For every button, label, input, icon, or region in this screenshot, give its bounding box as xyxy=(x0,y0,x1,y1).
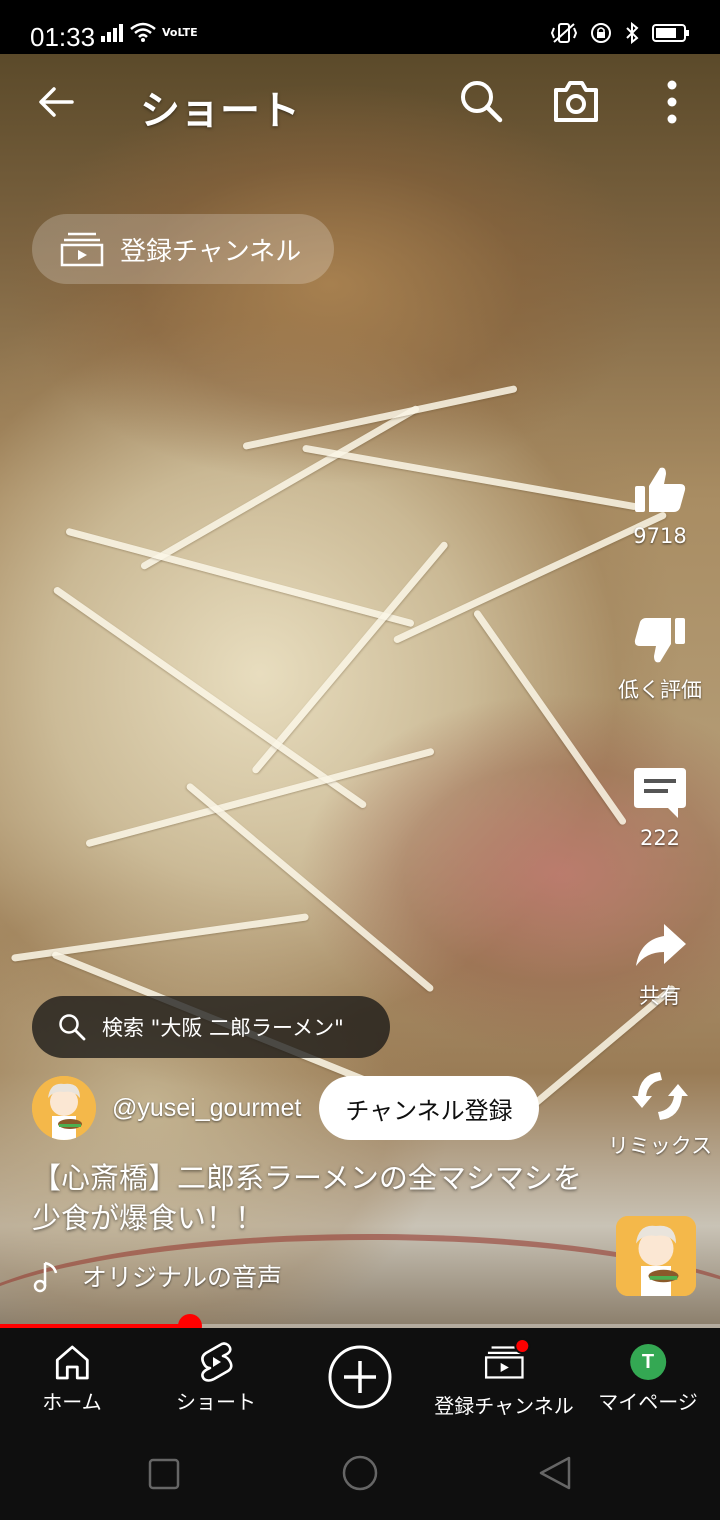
status-left-icons: VoLTE xyxy=(100,22,198,42)
thumbs-down-icon xyxy=(634,618,685,663)
subscriptions-feed-button[interactable]: 登録チャンネル xyxy=(32,214,334,284)
bean-sprout xyxy=(301,444,639,511)
share-button[interactable]: 共有 xyxy=(600,918,720,1010)
notification-dot xyxy=(514,1338,530,1354)
nav-label-shorts: ショート xyxy=(176,1390,256,1414)
nav-label-you: マイページ xyxy=(598,1390,698,1414)
vibrate-icon xyxy=(550,23,578,43)
nav-item-subscriptions[interactable]: 登録チャンネル xyxy=(434,1338,574,1419)
more-options-icon[interactable] xyxy=(660,78,684,126)
home-icon xyxy=(55,1345,89,1380)
comments-button[interactable]: 222 xyxy=(600,764,720,850)
share-label: 共有 xyxy=(639,984,681,1008)
system-navigation-bar xyxy=(0,1428,720,1520)
avatar-illustration xyxy=(32,1076,96,1140)
lock-rotation-icon xyxy=(591,23,611,43)
status-time: 01:33 xyxy=(30,22,96,52)
remix-button[interactable]: リミックス xyxy=(600,1068,720,1160)
status-right-icons xyxy=(550,22,690,44)
bean-sprout xyxy=(139,404,421,571)
channel-avatar[interactable] xyxy=(32,1076,96,1140)
thumbs-up-icon xyxy=(635,467,686,512)
audio-thumbnail[interactable] xyxy=(616,1216,696,1296)
nav-item-you[interactable]: T マイページ xyxy=(598,1342,698,1415)
signal-icon xyxy=(101,24,123,42)
bean-sprout xyxy=(250,540,450,775)
nav-label-home: ホーム xyxy=(42,1390,102,1414)
bean-sprout xyxy=(65,527,415,628)
dislike-label: 低く評価 xyxy=(618,678,702,702)
home-circle-icon[interactable] xyxy=(341,1454,379,1492)
status-bar: 01:33 VoLTE xyxy=(0,0,720,54)
battery-icon xyxy=(652,24,689,42)
bean-sprout xyxy=(185,781,435,994)
page-title: ショート xyxy=(140,88,300,134)
avatar: T xyxy=(629,1344,666,1380)
shorts-icon xyxy=(201,1342,233,1382)
music-note-icon xyxy=(33,1261,58,1293)
channel-row: @yusei_gourmet チャンネル登録 xyxy=(32,1076,539,1140)
subscriptions-icon xyxy=(60,232,104,267)
remix-label: リミックス xyxy=(607,1134,713,1158)
channel-handle[interactable]: @yusei_gourmet xyxy=(112,1094,301,1123)
comment-icon xyxy=(634,768,686,818)
bean-sprout xyxy=(242,384,518,451)
search-icon xyxy=(59,1014,86,1041)
search-icon[interactable] xyxy=(458,78,504,124)
remix-icon xyxy=(632,1072,688,1120)
volte-icon: VoLTE xyxy=(162,27,198,38)
subscribe-button[interactable]: チャンネル登録 xyxy=(319,1076,539,1140)
camera-icon[interactable] xyxy=(552,78,600,124)
share-icon xyxy=(636,924,686,966)
like-count: 9718 xyxy=(633,524,687,548)
header: ショート xyxy=(0,54,720,154)
subscriptions-label: 登録チャンネル xyxy=(120,236,302,267)
dislike-button[interactable]: 低く評価 xyxy=(600,612,720,704)
like-button[interactable]: 9718 xyxy=(600,462,720,548)
search-suggestion-chip[interactable]: 検索 "大阪 二郎ラーメン" xyxy=(32,996,390,1058)
avatar-illustration xyxy=(616,1216,696,1296)
network-label: VoLTE xyxy=(162,25,198,39)
bluetooth-icon xyxy=(626,22,639,44)
back-arrow-icon[interactable] xyxy=(34,80,78,124)
audio-row[interactable]: オリジナルの音声 xyxy=(32,1258,282,1294)
back-triangle-icon[interactable] xyxy=(538,1455,572,1491)
search-suggestion-text: 検索 "大阪 二郎ラーメン" xyxy=(102,1016,344,1040)
nav-item-create[interactable] xyxy=(327,1344,393,1410)
audio-label: オリジナルの音声 xyxy=(82,1263,283,1292)
recent-apps-icon[interactable] xyxy=(148,1458,180,1490)
comment-count: 222 xyxy=(639,826,681,850)
video-title[interactable]: 【心斎橋】二郎系ラーメンの全マシマシを少食が爆食い！！ xyxy=(32,1158,592,1238)
nav-item-shorts[interactable]: ショート xyxy=(176,1342,256,1415)
bottom-nav: ホーム ショート 登録チャンネル T マイページ xyxy=(0,1328,720,1428)
create-icon xyxy=(328,1345,392,1409)
nav-item-home[interactable]: ホーム xyxy=(42,1342,102,1415)
wifi-icon xyxy=(130,22,156,42)
nav-label-subscriptions: 登録チャンネル xyxy=(434,1394,574,1418)
